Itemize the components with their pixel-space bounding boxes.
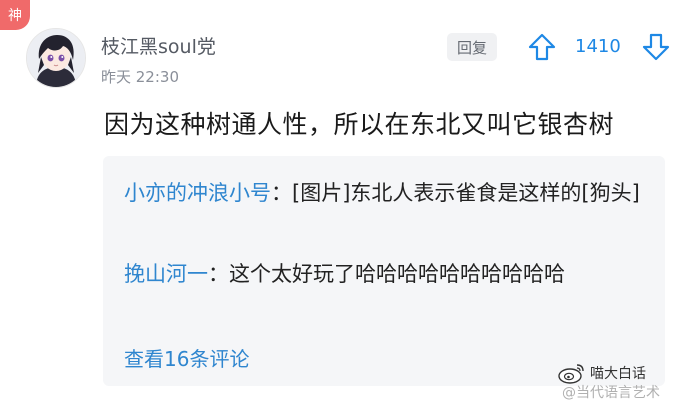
reply-author[interactable]: 小亦的冲浪小号	[124, 181, 271, 205]
reply-button[interactable]: 回复	[447, 33, 497, 61]
upvote-button[interactable]	[527, 32, 557, 62]
downvote-button[interactable]	[641, 32, 671, 62]
timestamp: 昨天 22:30	[101, 68, 179, 86]
avatar[interactable]	[26, 28, 86, 88]
reply-preview-box[interactable]: 小亦的冲浪小号：[图片]东北人表示雀食是这样的[狗头] 挽山河一：这个太好玩了哈…	[103, 156, 665, 386]
reply-item[interactable]: 挽山河一：这个太好玩了哈哈哈哈哈哈哈哈哈哈	[124, 259, 644, 289]
watermark: 喵大白话 @当代语言艺术	[558, 362, 688, 402]
watermark-title: 喵大白话	[590, 366, 646, 382]
reply-author[interactable]: 挽山河一	[124, 262, 208, 286]
vote-count: 1410	[575, 36, 621, 57]
arrow-up-icon	[528, 33, 556, 61]
god-comment-badge: 神	[0, 0, 30, 30]
reply-text: ：[图片]东北人表示雀食是这样的[狗头]	[271, 181, 640, 205]
view-more-link[interactable]: 查看16条评论	[124, 343, 249, 372]
arrow-down-icon	[642, 33, 670, 61]
reply-text: ：这个太好玩了哈哈哈哈哈哈哈哈哈哈	[208, 262, 565, 286]
reply-item[interactable]: 小亦的冲浪小号：[图片]东北人表示雀食是这样的[狗头]	[124, 178, 644, 208]
username[interactable]: 枝江黑soul党	[101, 32, 216, 59]
avatar-image	[27, 29, 85, 87]
comment-text: 因为这种树通人性，所以在东北又叫它银杏树	[104, 110, 615, 139]
weibo-logo-icon	[558, 364, 584, 384]
watermark-subtitle: @当代语言艺术	[562, 385, 660, 401]
